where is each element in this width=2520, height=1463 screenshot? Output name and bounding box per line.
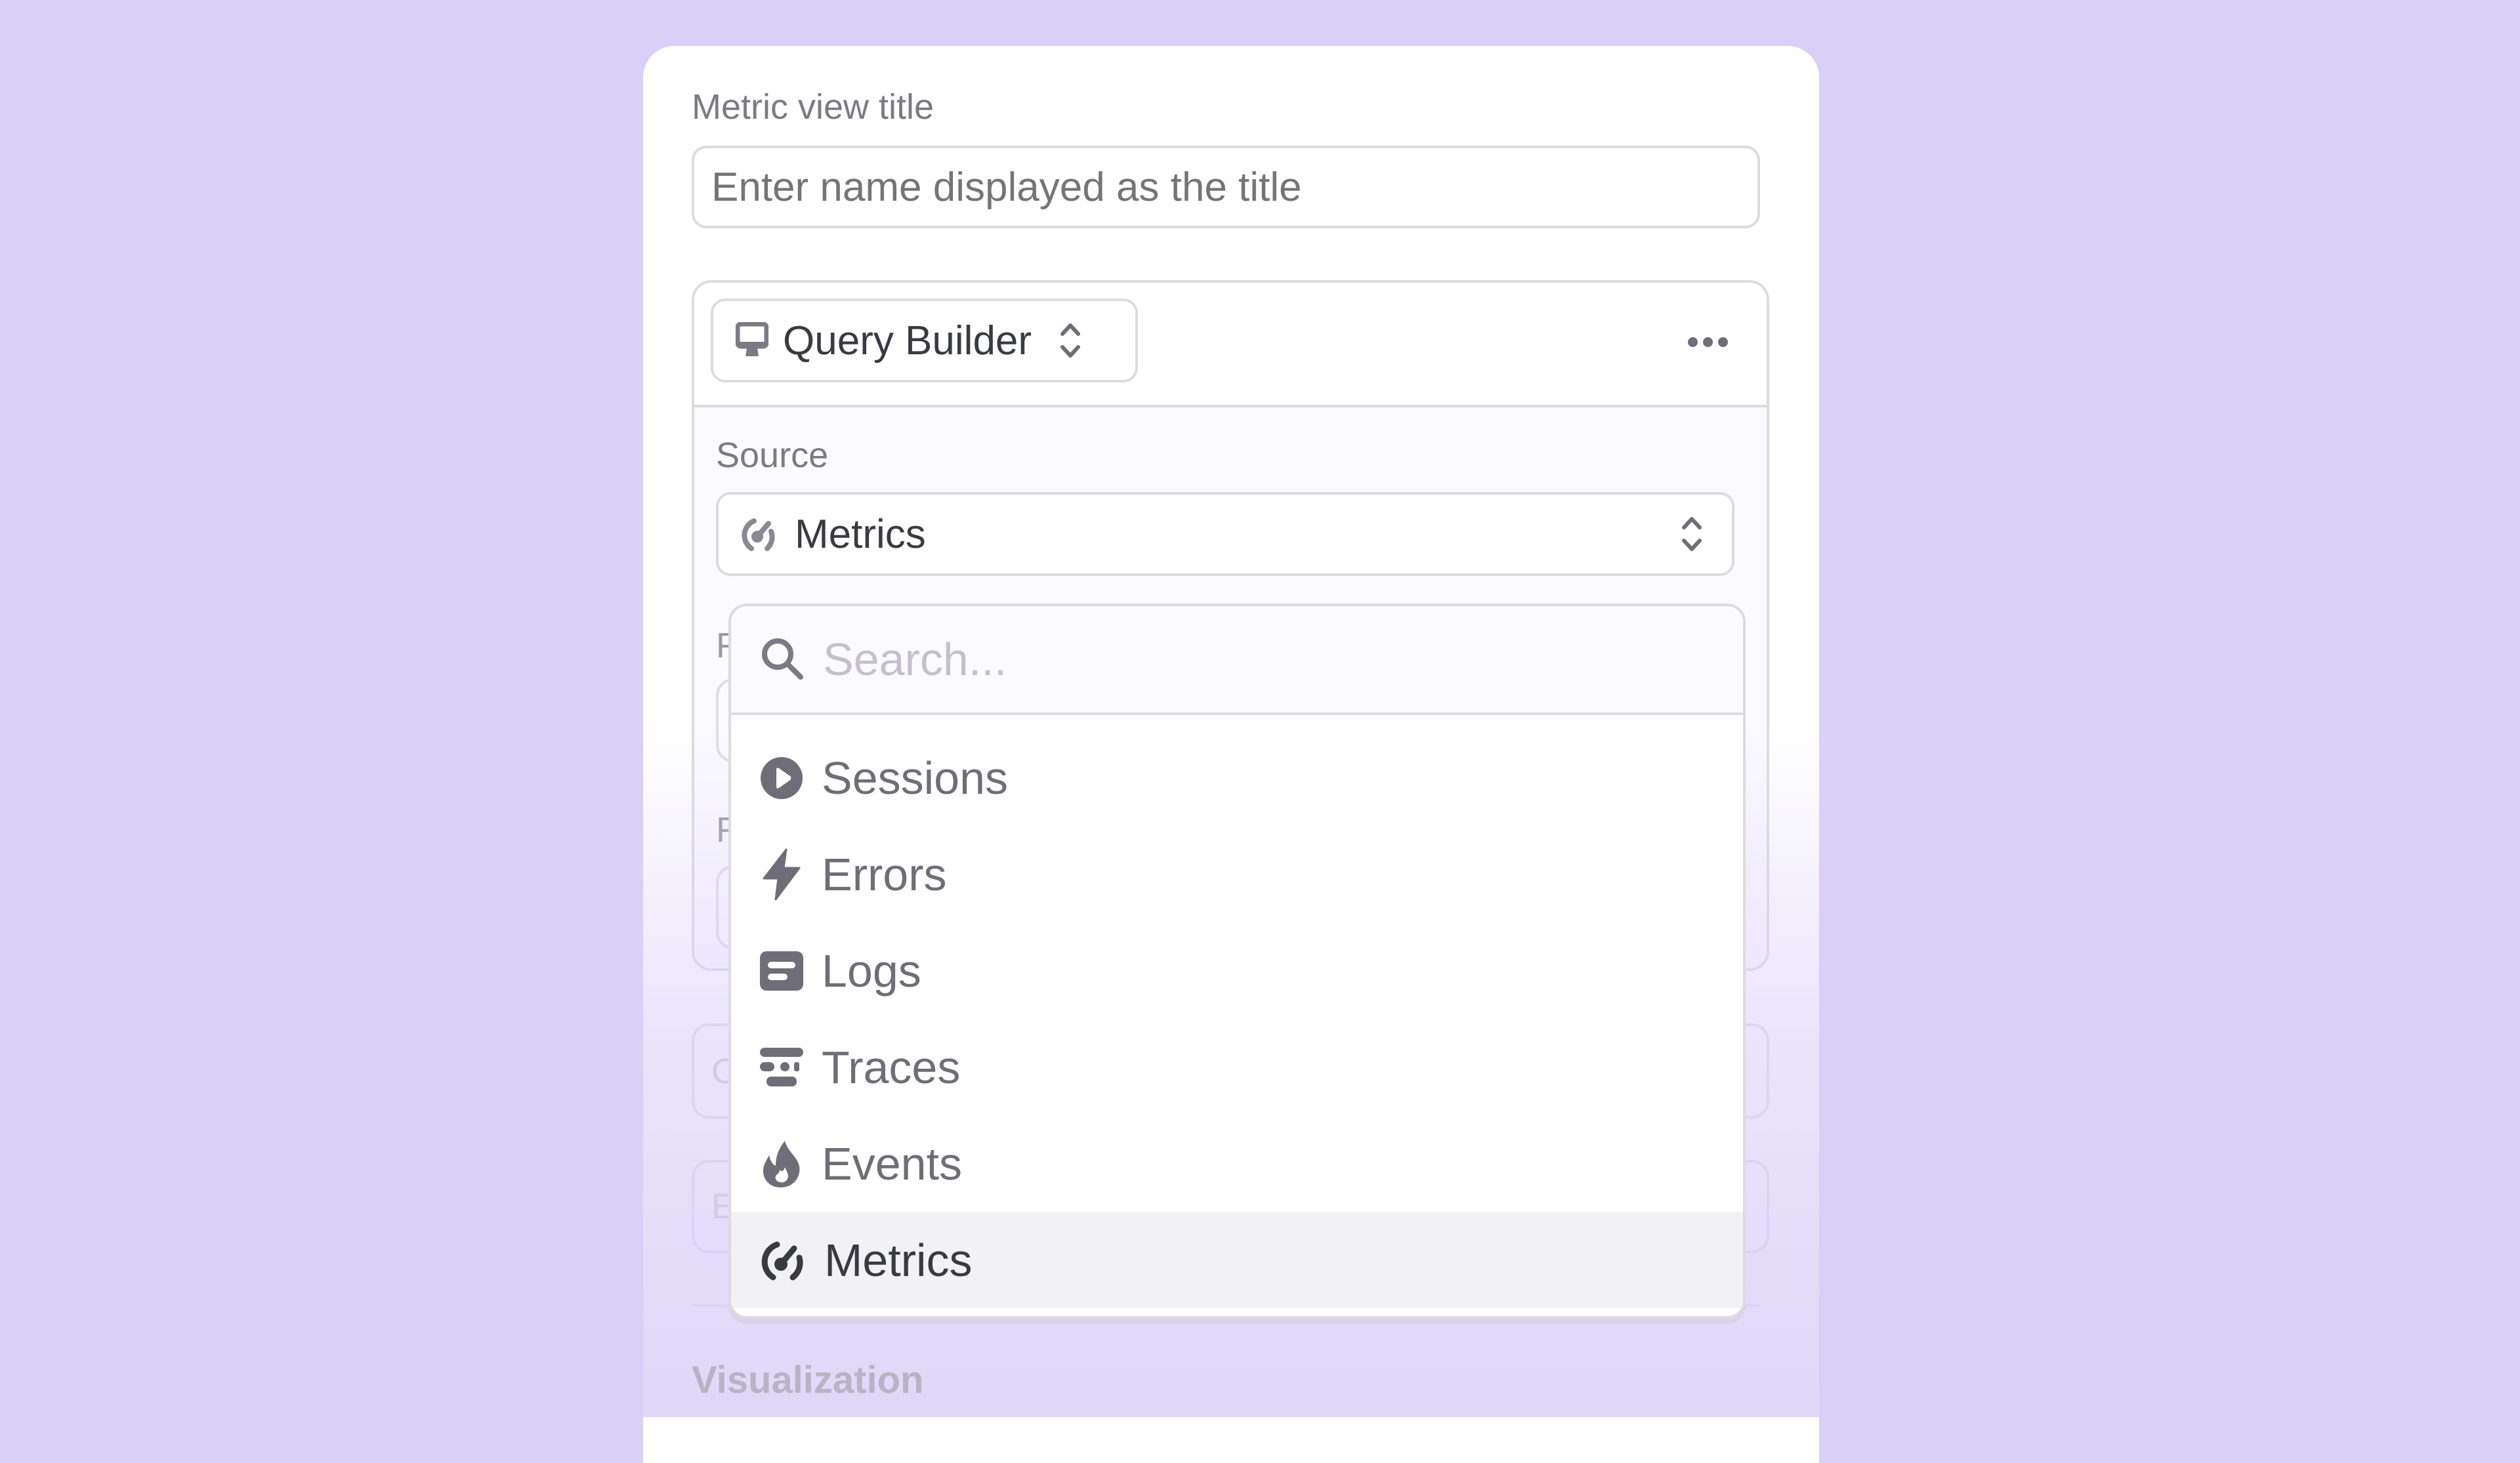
option-errors[interactable]: Errors — [731, 826, 1743, 922]
dropdown-options: Sessions Errors Logs Traces Events Metri… — [731, 730, 1743, 1308]
search-icon — [760, 636, 806, 682]
source-dropdown: Sessions Errors Logs Traces Events — [728, 604, 1746, 1319]
chevron-up-down-icon — [1681, 513, 1703, 555]
option-metrics[interactable]: Metrics — [731, 1212, 1743, 1308]
option-label: Traces — [822, 1041, 961, 1093]
query-card-header: Query Builder — [694, 283, 1767, 407]
traces-icon — [760, 1047, 803, 1087]
log-card-icon — [760, 951, 803, 991]
gauge-icon — [760, 1239, 806, 1281]
ellipsis-dot — [1703, 337, 1713, 347]
ellipsis-icon — [1688, 337, 1698, 347]
query-mode-label: Query Builder — [783, 318, 1032, 363]
option-label: Errors — [822, 848, 947, 900]
option-events[interactable]: Events — [731, 1115, 1743, 1212]
monitor-icon — [736, 322, 768, 359]
option-label: Sessions — [822, 752, 1009, 804]
source-select[interactable]: Metrics — [716, 492, 1734, 576]
source-value: Metrics — [795, 511, 926, 557]
play-circle-icon — [760, 756, 803, 800]
metric-view-title-input[interactable] — [692, 146, 1760, 228]
option-label: Logs — [822, 945, 921, 997]
lightning-icon — [760, 848, 803, 901]
dropdown-search — [731, 606, 1743, 715]
gauge-icon — [738, 514, 780, 554]
option-label: Events — [822, 1138, 962, 1189]
visualization-heading: Visualization — [692, 1359, 924, 1401]
option-logs[interactable]: Logs — [731, 922, 1743, 1019]
option-label: Metrics — [824, 1234, 973, 1286]
dropdown-search-input[interactable] — [822, 632, 1677, 686]
more-options-button[interactable] — [1688, 329, 1734, 355]
option-traces[interactable]: Traces — [731, 1019, 1743, 1115]
ellipsis-dot — [1718, 337, 1728, 347]
chevron-up-down-icon — [1059, 319, 1082, 361]
option-sessions[interactable]: Sessions — [731, 730, 1743, 826]
flame-icon — [760, 1140, 803, 1188]
metric-view-title-label: Metric view title — [692, 87, 934, 127]
query-mode-selector[interactable]: Query Builder — [711, 299, 1138, 382]
source-label: Source — [716, 436, 829, 475]
